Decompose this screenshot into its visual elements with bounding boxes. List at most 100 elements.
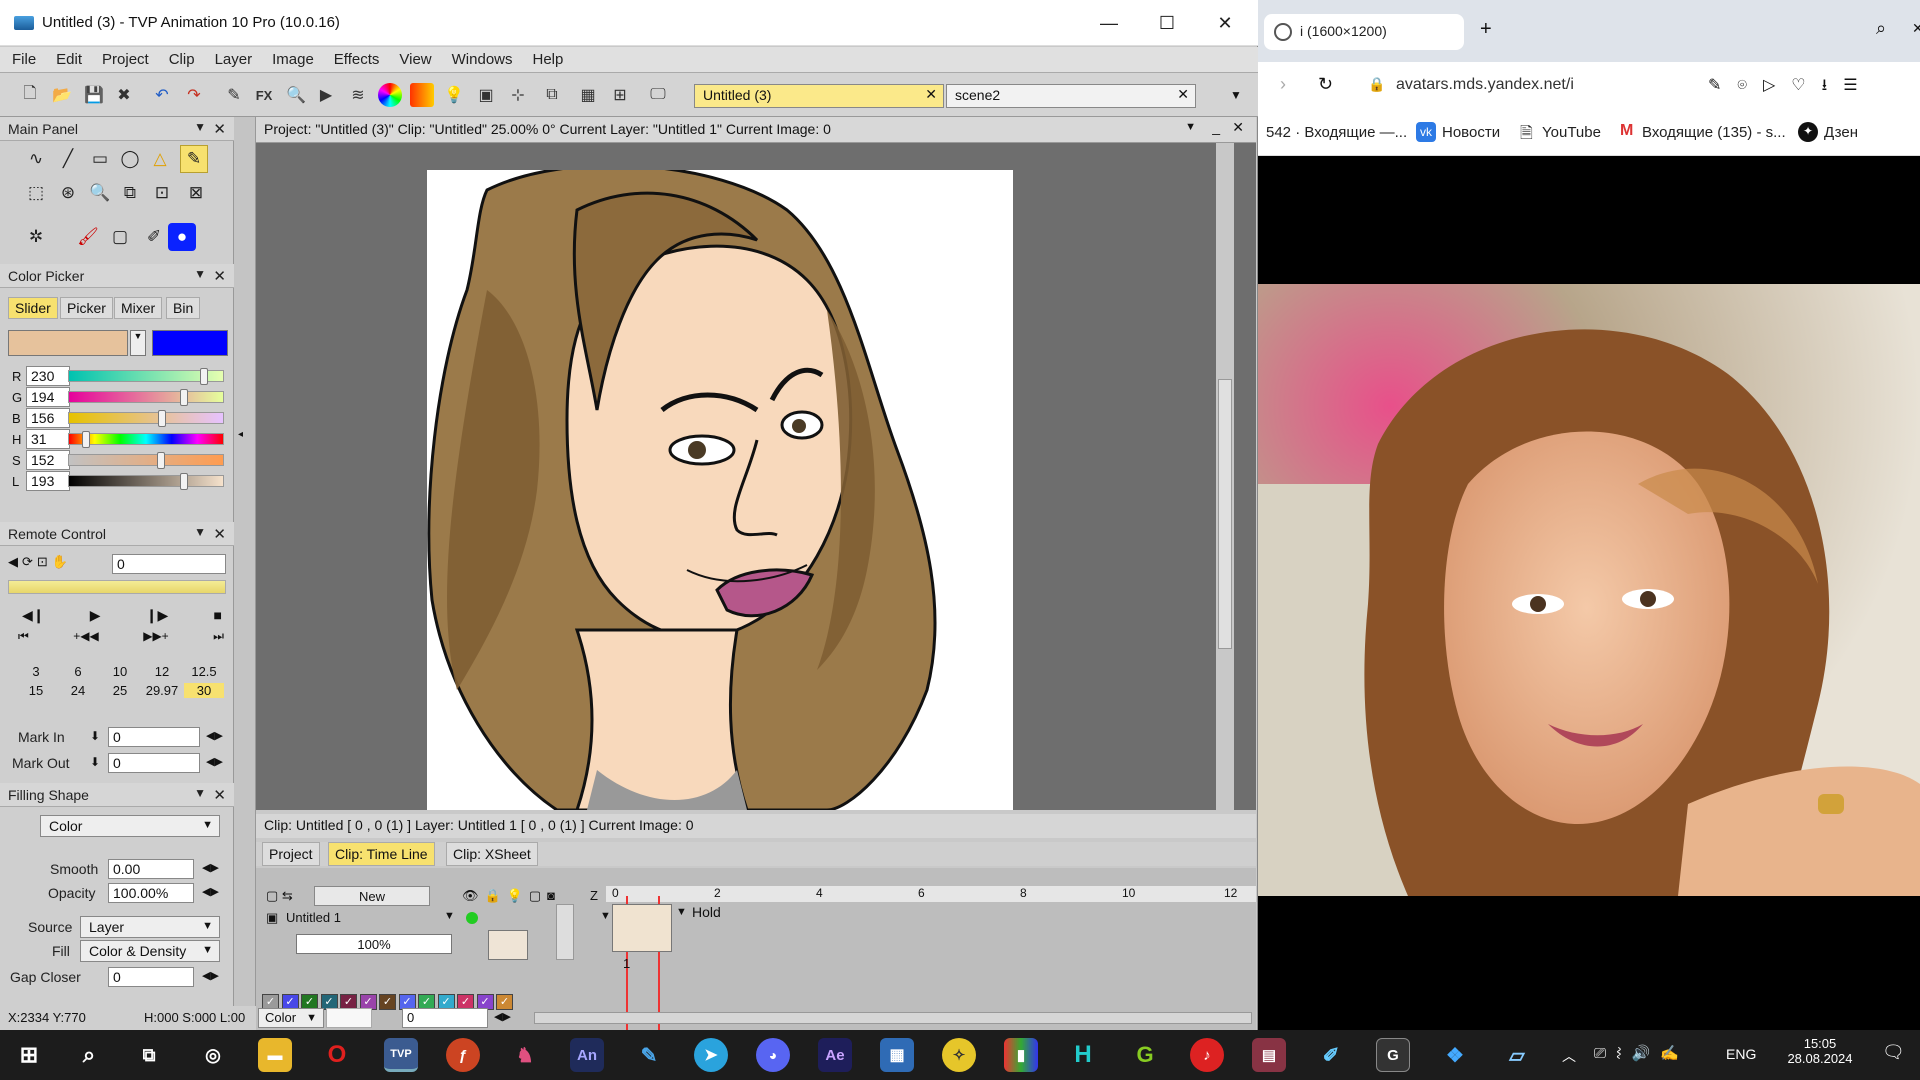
play-icon[interactable]: ▶ bbox=[90, 607, 101, 624]
close-icon[interactable]: ✕ bbox=[213, 267, 226, 285]
drawing-canvas[interactable] bbox=[427, 170, 1013, 810]
open-folder-icon[interactable]: 📂 bbox=[50, 83, 74, 107]
layers-icon[interactable]: ≋ bbox=[346, 83, 370, 107]
tvp-taskbar-icon[interactable]: TVP bbox=[384, 1038, 418, 1072]
stepper-icon[interactable]: ◀▶ bbox=[206, 729, 223, 742]
new-file-icon[interactable]: 🗋 bbox=[18, 83, 42, 107]
timeline-side-scroll[interactable] bbox=[556, 904, 574, 960]
color-preview[interactable] bbox=[326, 1008, 372, 1028]
layer-thumbnail[interactable] bbox=[488, 930, 528, 960]
fast-forward-icon[interactable]: ▶▶+ bbox=[143, 629, 168, 644]
tray-chevron-icon[interactable]: ︿ bbox=[1562, 1046, 1576, 1066]
ellipse-tool-icon[interactable]: ◯ bbox=[116, 145, 144, 173]
gradient-icon[interactable] bbox=[410, 83, 434, 107]
fps-preset[interactable]: 25 bbox=[100, 683, 140, 698]
collapse-arrow-icon[interactable]: ◂ bbox=[238, 429, 243, 440]
rectangle-tool-icon[interactable]: ▭ bbox=[86, 145, 114, 173]
swap-colors-icon[interactable]: ▼ bbox=[130, 330, 146, 356]
color-app-icon[interactable]: ▮ bbox=[1004, 1038, 1038, 1072]
rotate-tool-icon[interactable]: ✲ bbox=[22, 223, 50, 251]
animate-icon[interactable]: An bbox=[570, 1038, 604, 1072]
brush-app-icon[interactable]: ✐ bbox=[1314, 1038, 1348, 1072]
music-app-icon[interactable]: ♪ bbox=[1190, 1038, 1224, 1072]
tab-mixer[interactable]: Mixer bbox=[114, 297, 163, 319]
g-box-app-icon[interactable]: G bbox=[1376, 1038, 1410, 1072]
opacity-input[interactable]: 100.00% bbox=[108, 883, 194, 903]
stepper-icon[interactable]: ◀▶ bbox=[202, 885, 219, 898]
select-magic-icon[interactable]: ⊛ bbox=[54, 179, 82, 207]
source-select[interactable]: Layer bbox=[80, 916, 220, 938]
chevron-down-icon[interactable]: ▼ bbox=[1185, 121, 1196, 133]
slider-value-input[interactable]: 31 bbox=[26, 429, 70, 449]
select-rect-icon[interactable]: ⬚ bbox=[22, 179, 50, 207]
fx-icon[interactable]: FX bbox=[252, 83, 276, 107]
flash-icon[interactable]: ƒ bbox=[446, 1038, 480, 1072]
crop-tool-icon[interactable]: ⊡ bbox=[148, 179, 176, 207]
bookmark-youtube[interactable]: YouTube bbox=[1542, 124, 1601, 141]
chevron-down-icon[interactable]: ▼ bbox=[194, 120, 206, 134]
lightbulb-app-icon[interactable]: ✧ bbox=[942, 1038, 976, 1072]
go-first-icon[interactable]: ⏮ bbox=[18, 629, 29, 644]
gap-closer-input[interactable]: 0 bbox=[108, 967, 194, 987]
task-view-icon[interactable]: ⧉ bbox=[132, 1038, 166, 1072]
step-forward-icon[interactable]: ❙▶ bbox=[146, 607, 169, 624]
slider-value-input[interactable]: 156 bbox=[26, 408, 70, 428]
rewind-icon[interactable]: +◀◀ bbox=[73, 629, 98, 644]
eyedropper-icon[interactable]: ✐ bbox=[140, 223, 168, 251]
crop-icon[interactable]: ⊹ bbox=[506, 83, 530, 107]
monitor-icon[interactable]: 🖵 bbox=[646, 83, 670, 107]
save-icon[interactable]: 💾 bbox=[82, 83, 106, 107]
fps-preset[interactable]: 3 bbox=[16, 664, 56, 679]
undo-icon[interactable]: ↶ bbox=[150, 83, 174, 107]
arrow-down-icon[interactable]: ⬇ bbox=[90, 729, 100, 743]
tab-clip-xsheet[interactable]: Clip: XSheet bbox=[446, 842, 538, 866]
close-icon[interactable]: ✕ bbox=[213, 525, 226, 543]
close-project-icon[interactable]: ✖ bbox=[112, 83, 136, 107]
app-aperture-icon[interactable]: ◎ bbox=[196, 1038, 230, 1072]
fps-preset[interactable]: 29.97 bbox=[142, 683, 182, 698]
fps-preset[interactable]: 12 bbox=[142, 664, 182, 679]
color-wheel-icon[interactable] bbox=[378, 83, 402, 107]
freehand-tool-icon[interactable]: ∿ bbox=[22, 145, 50, 173]
windows-start-icon[interactable]: ⊞ bbox=[12, 1038, 46, 1072]
light-bulb-icon[interactable]: 💡 bbox=[442, 83, 466, 107]
fps-preset[interactable]: 12.5 bbox=[184, 664, 224, 679]
url-text[interactable]: avatars.mds.yandex.net/i bbox=[1396, 76, 1574, 94]
pen-app-icon[interactable]: ✎ bbox=[632, 1038, 666, 1072]
chevron-down-icon[interactable]: ▼ bbox=[194, 525, 206, 539]
fps-preset[interactable]: 24 bbox=[58, 683, 98, 698]
frame-input[interactable]: 0 bbox=[112, 554, 226, 574]
safe-area-icon[interactable]: ⊞ bbox=[608, 83, 632, 107]
tab-clip-timeline[interactable]: Clip: Time Line bbox=[328, 842, 435, 866]
film-app-icon[interactable]: ▤ bbox=[1252, 1038, 1286, 1072]
mark-out-input[interactable]: 0 bbox=[108, 753, 200, 773]
close-icon[interactable]: ✕ bbox=[1232, 119, 1244, 136]
chevron-down-icon[interactable]: ▼ bbox=[194, 786, 206, 800]
stepper-icon[interactable]: ◀▶ bbox=[206, 755, 223, 768]
minimize-icon[interactable]: _ bbox=[1212, 119, 1220, 135]
fill-mode-select[interactable]: Color bbox=[40, 815, 220, 837]
scrollbar-thumb[interactable] bbox=[1218, 379, 1232, 649]
chevron-down-icon[interactable]: ▼ bbox=[676, 906, 687, 918]
tab-slider[interactable]: Slider bbox=[8, 297, 58, 319]
color-swap-icon[interactable]: ● bbox=[168, 223, 196, 251]
menu-clip[interactable]: Clip bbox=[157, 51, 203, 68]
line-tool-icon[interactable]: ╱ bbox=[54, 145, 82, 173]
brush-tool-icon[interactable]: 🖌 bbox=[74, 223, 102, 251]
browser-close-icon[interactable]: ✕ bbox=[1912, 20, 1920, 37]
slider-knob[interactable] bbox=[179, 473, 188, 490]
tab-project[interactable]: Project bbox=[262, 842, 320, 866]
close-tab-icon[interactable]: ✕ bbox=[1177, 86, 1189, 103]
chevron-down-icon[interactable]: ▼ bbox=[194, 267, 206, 281]
search-icon[interactable]: ⌕ bbox=[72, 1038, 106, 1072]
layer-opacity-field[interactable]: 100% bbox=[296, 934, 452, 954]
h-app-icon[interactable]: H bbox=[1066, 1038, 1100, 1072]
remote-tool-icons[interactable]: ◀⟳⊡✋ bbox=[8, 554, 72, 570]
kodi-icon[interactable]: ❖ bbox=[1438, 1038, 1472, 1072]
step-back-icon[interactable]: ◀❙ bbox=[22, 607, 45, 624]
calculator-icon[interactable]: ▦ bbox=[880, 1038, 914, 1072]
fps-preset[interactable]: 15 bbox=[16, 683, 56, 698]
close-button[interactable]: ✕ bbox=[1196, 0, 1254, 46]
frame-ruler[interactable]: 0 2 4 6 8 10 12 bbox=[606, 886, 1256, 902]
new-tab-icon[interactable]: + bbox=[1480, 18, 1492, 41]
